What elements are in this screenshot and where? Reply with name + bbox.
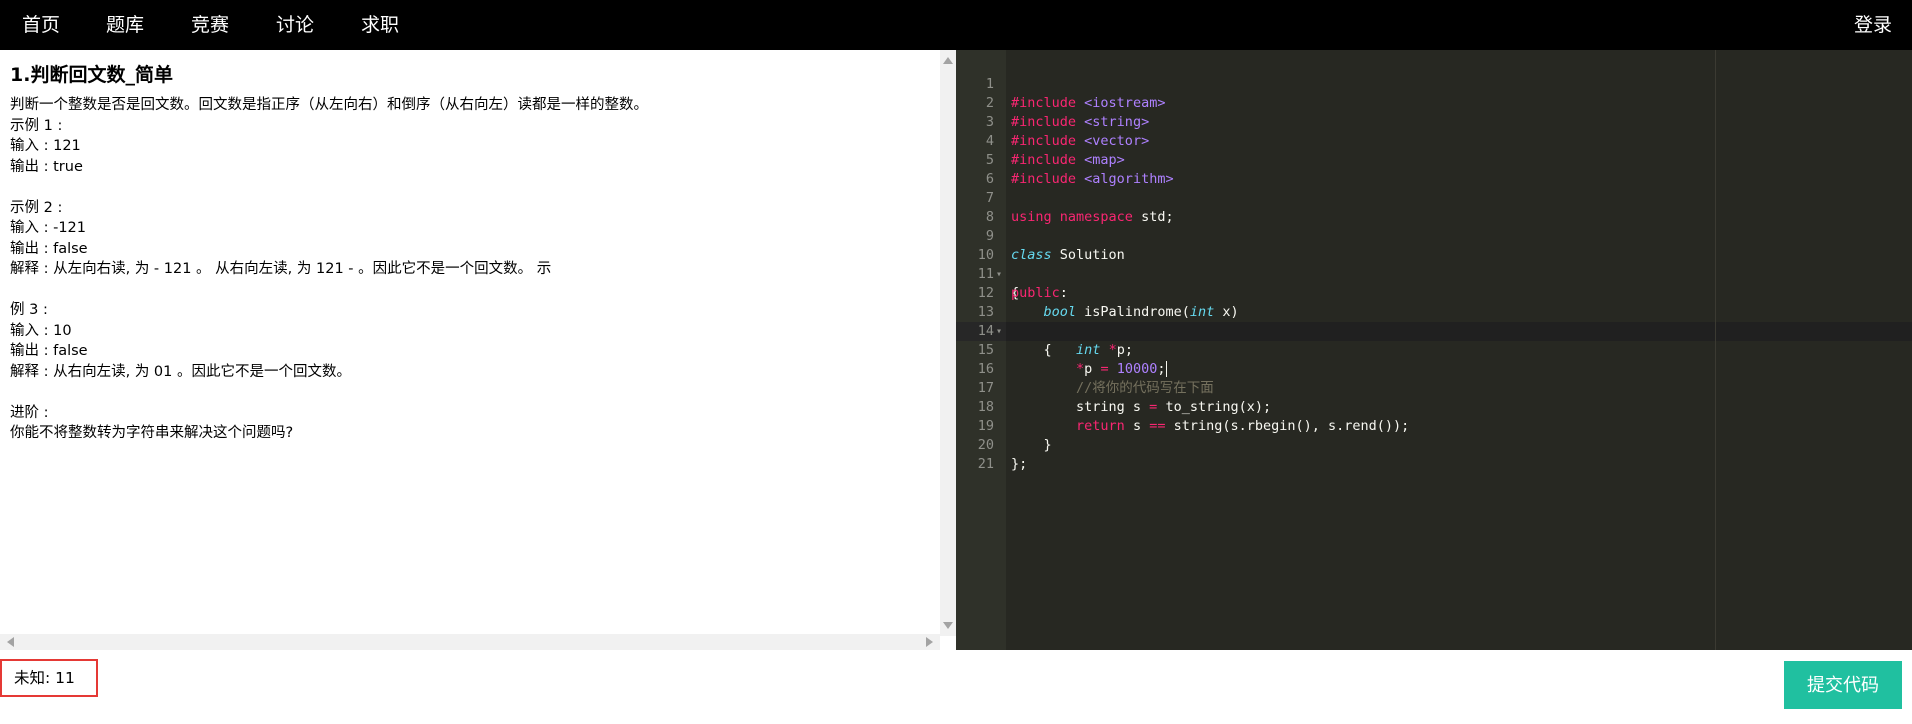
code-line[interactable]: 2 #include <string> [956,75,1912,130]
scroll-up-arrow-icon[interactable] [943,57,953,64]
code-editor[interactable]: 1 #include <iostream> 2 #include <string… [956,50,1912,650]
code-line[interactable]: 9 class Solution [956,208,1912,263]
code-token: }; [1011,456,1028,472]
code-line[interactable]: 4 #include <map> [956,113,1912,168]
problem-description-pane: 1.判断回文数_简单 判断一个整数是否是回文数。回文数是指正序（从左向右）和倒序… [0,50,956,650]
code-line[interactable]: 1 #include <iostream> [956,56,1912,111]
code-line-active[interactable]: 15 *p = 10000; [956,322,1912,377]
code-line[interactable]: 3 #include <vector> [956,94,1912,149]
code-line[interactable]: 21 [956,436,1912,472]
code-line[interactable]: 11 public: [956,246,1912,301]
code-line[interactable]: 10 ▾ { [956,227,1912,301]
scroll-right-arrow-icon[interactable] [926,637,933,647]
nav-discuss[interactable]: 讨论 [276,0,314,50]
code-line[interactable]: 8 [956,189,1912,225]
top-nav-bar: 首页 题库 竞赛 讨论 求职 登录 [0,0,1912,50]
problem-title: 1.判断回文数_简单 [10,64,173,86]
code-line[interactable]: 12 bool isPalindrome(int x) [956,265,1912,320]
code-line[interactable]: 5 #include <algorithm> [956,132,1912,187]
line-number: 21 [977,456,994,472]
nav-jobs[interactable]: 求职 [361,0,399,50]
code-line[interactable]: 19 } [956,398,1912,453]
code-line[interactable]: 16 //将你的代码写在下面 [956,341,1912,396]
code-line[interactable]: 14 int *p; [956,303,1912,358]
result-status-box: 未知: 11 [0,659,98,697]
code-line[interactable]: 6 [956,151,1912,187]
nav-home[interactable]: 首页 [22,0,60,50]
nav-problem-bank[interactable]: 题库 [106,0,144,50]
code-line[interactable]: 18 return s == string(s.rbegin(), s.rend… [956,379,1912,434]
problem-vertical-scrollbar[interactable] [940,50,956,636]
code-line[interactable]: 20 }; [956,417,1912,472]
scroll-left-arrow-icon[interactable] [7,637,14,647]
result-status-text: 未知: 11 [14,669,75,687]
nav-contest[interactable]: 竞赛 [191,0,229,50]
login-link[interactable]: 登录 [1854,0,1892,50]
code-line[interactable]: 17 string s = to_string(x); [956,360,1912,415]
code-line[interactable]: 13 ▾ { [956,284,1912,358]
problem-body: 判断一个整数是否是回文数。回文数是指正序（从左向右）和倒序（从右向左）读都是一样… [10,97,648,441]
scroll-down-arrow-icon[interactable] [943,622,953,629]
problem-horizontal-scrollbar[interactable] [0,634,940,650]
code-line[interactable]: 7 using namespace std; [956,170,1912,225]
submit-code-button[interactable]: 提交代码 [1784,661,1902,709]
